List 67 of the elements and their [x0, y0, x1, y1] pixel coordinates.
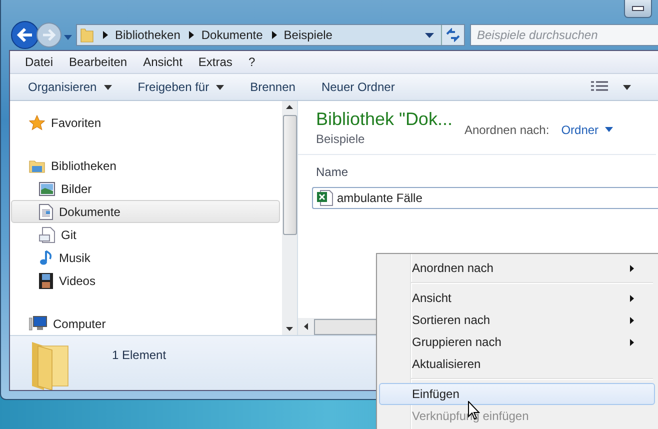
- menu-item[interactable]: Gruppieren nach: [379, 331, 655, 353]
- scroll-up-arrow-icon[interactable]: [286, 105, 293, 109]
- nav-item[interactable]: Bibliotheken: [11, 154, 280, 177]
- menu-item[interactable]: ?: [240, 55, 264, 69]
- nav-item[interactable]: Musik: [11, 246, 280, 269]
- library-subtitle: Beispiele: [316, 132, 366, 146]
- menu-item[interactable]: Ansicht: [135, 55, 190, 69]
- breadcrumb[interactable]: Beispiele: [284, 28, 332, 42]
- breadcrumb[interactable]: Bibliotheken: [115, 28, 180, 42]
- submenu-arrow-icon: [630, 338, 634, 346]
- nav-item[interactable]: Computer: [11, 312, 280, 335]
- nav-item[interactable]: Dokumente: [11, 200, 280, 223]
- nav-item[interactable]: Git: [11, 223, 280, 246]
- file-icon: [39, 226, 55, 242]
- scroll-left-arrow-icon[interactable]: [304, 323, 308, 330]
- computer-icon: [29, 316, 47, 331]
- arrange-label: Anordnen nach:: [464, 122, 550, 136]
- menu-item[interactable]: Aktualisieren: [379, 353, 655, 375]
- back-button[interactable]: [10, 20, 40, 50]
- nav-item[interactable]: Bilder: [11, 177, 280, 200]
- library-title: Bibliothek "Dok...: [316, 109, 452, 130]
- column-header[interactable]: Name: [298, 155, 658, 187]
- scrollbar[interactable]: [282, 101, 297, 335]
- refresh-button[interactable]: [441, 25, 464, 45]
- submenu-arrow-icon: [630, 294, 634, 302]
- folder-icon: [80, 27, 94, 43]
- nav-item[interactable]: Favoriten: [11, 111, 280, 134]
- submenu-arrow-icon: [630, 316, 634, 324]
- music-note-icon: [39, 250, 53, 266]
- menu-item[interactable]: Extras: [190, 55, 240, 69]
- toolbar-button[interactable]: Freigeben für: [128, 80, 234, 94]
- document-icon: [39, 204, 53, 220]
- menu-item[interactable]: Sortieren nach: [379, 309, 655, 331]
- item-count: 1 Element: [112, 348, 166, 362]
- menu-item[interactable]: Datei: [19, 55, 62, 69]
- view-options-icon[interactable]: [591, 81, 609, 93]
- toolbar-button[interactable]: Brennen: [240, 80, 306, 94]
- toolbar-button[interactable]: Organisieren: [18, 80, 122, 94]
- menu-item[interactable]: Bearbeiten: [61, 55, 136, 69]
- search-field[interactable]: Beispiele durchsuchen: [470, 24, 658, 46]
- library-icon: [29, 158, 45, 174]
- chevron-icon[interactable]: [272, 31, 277, 39]
- chevron-icon[interactable]: [189, 31, 194, 39]
- picture-icon: [39, 182, 55, 196]
- arrange-dropdown[interactable]: Ordner: [555, 122, 619, 138]
- caret-icon[interactable]: [623, 84, 631, 90]
- minimize-button[interactable]: [624, 0, 652, 18]
- spreadsheet-icon: [317, 190, 333, 206]
- address-bar[interactable]: Bibliotheken Dokumente Beispiele: [76, 24, 465, 46]
- caret-icon: [604, 127, 613, 132]
- menu-item[interactable]: Anordnen nach: [379, 257, 655, 279]
- star-icon: [29, 114, 45, 130]
- caret-icon: [104, 84, 112, 90]
- film-icon: [39, 272, 53, 288]
- caret-icon: [216, 84, 224, 90]
- nav-item[interactable]: Videos: [11, 269, 280, 292]
- file-item[interactable]: ambulante Fälle: [312, 187, 658, 209]
- toolbar-button[interactable]: Neuer Ordner: [311, 80, 405, 94]
- breadcrumb[interactable]: Dokumente: [201, 28, 263, 42]
- menu-item[interactable]: Einfügen: [379, 383, 655, 405]
- submenu-arrow-icon: [630, 264, 634, 272]
- forward-button[interactable]: [36, 22, 62, 48]
- menu-item[interactable]: Ansicht: [379, 287, 655, 309]
- caret-icon[interactable]: [425, 32, 434, 38]
- scroll-down-arrow-icon[interactable]: [286, 327, 293, 331]
- scrollbar-thumb[interactable]: [282, 115, 296, 235]
- chevron-icon[interactable]: [103, 31, 108, 39]
